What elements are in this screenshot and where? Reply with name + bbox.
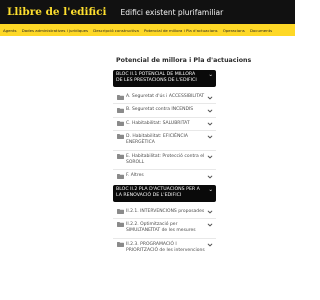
chevron-down-icon: ⌄ <box>208 72 213 78</box>
nav-item-operacions[interactable]: Operacions <box>223 28 245 33</box>
bloc-header[interactable]: BLOC II.1 POTENCIAL DE MILLORA DE LES PR… <box>113 70 216 88</box>
accordion-item[interactable]: B. Seguretat contra INCENDIS <box>113 104 216 118</box>
folder-icon <box>117 154 124 160</box>
folder-icon <box>117 107 124 113</box>
chevron-down-icon <box>207 243 213 247</box>
accordion-item[interactable]: D. Habitabilitat: EFICIÈNCIA ENERGÈTICA <box>113 131 216 151</box>
bloc-header[interactable]: BLOC II.2 PLA D'ACTUACIONS PER A LA RENO… <box>113 184 216 202</box>
chevron-down-icon <box>207 122 213 126</box>
accordion-item[interactable]: II.2.1. INTERVENCIONS proposades <box>113 206 216 219</box>
chevron-down-icon <box>207 155 213 159</box>
folder-icon <box>117 173 124 179</box>
main-content: BLOC II.1 POTENCIAL DE MILLORA DE LES PR… <box>113 70 216 257</box>
nav-item-agents[interactable]: Agents <box>3 28 17 33</box>
folder-icon <box>117 222 124 228</box>
accordion-item[interactable]: C. Habitabilitat: SALUBRITAT <box>113 118 216 131</box>
accordion-label: B. Seguretat contra INCENDIS <box>126 107 194 113</box>
accordion-item[interactable]: F. Altres <box>113 170 216 182</box>
chevron-down-icon <box>207 224 213 227</box>
chevron-down-icon <box>207 210 213 214</box>
bloc-title: BLOC II.2 PLA D'ACTUACIONS PER A LA RENO… <box>116 186 200 198</box>
accordion-label: II.2.3. PROGRAMACIÓ I PRIORITZACIÓ de le… <box>126 241 205 253</box>
accordion-list: A. Seguretat d'ús i ACCESSIBILITAT B. Se… <box>113 91 216 182</box>
page-title: Potencial de millora i Pla d'actuacions <box>116 57 252 64</box>
accordion-item[interactable]: II.2.2. Optimització per SIMULTANEÏTAT d… <box>113 219 216 239</box>
accordion-item[interactable]: A. Seguretat d'ús i ACCESSIBILITAT <box>113 91 216 105</box>
accordion-label: D. Habitabilitat: EFICIÈNCIA ENERGÈTICA <box>126 133 188 146</box>
folder-icon <box>117 242 124 247</box>
chevron-down-icon <box>207 136 213 139</box>
accordion-label: C. Habitabilitat: SALUBRITAT <box>126 120 190 126</box>
accordion-label: E. Habitabilitat: Protecció contra el SO… <box>126 153 205 165</box>
accordion-label: F. Altres <box>126 173 144 179</box>
bloc-title: BLOC II.1 POTENCIAL DE MILLORA DE LES PR… <box>116 72 197 84</box>
nav-item-documents[interactable]: Documents <box>250 28 272 33</box>
chevron-down-icon <box>207 96 213 99</box>
app-title: Llibre de l'edifici <box>7 6 107 18</box>
nav-item-descripcio-constructiva[interactable]: Descripció constructiva <box>93 28 139 33</box>
accordion-label: II.2.1. INTERVENCIONS proposades <box>126 208 205 214</box>
accordion-item[interactable]: E. Habitabilitat: Protecció contra el SO… <box>113 151 216 171</box>
accordion-label: II.2.2. Optimització per SIMULTANEÏTAT d… <box>126 221 196 234</box>
accordion-label: A. Seguretat d'ús i ACCESSIBILITAT <box>126 94 205 100</box>
folder-icon <box>117 209 124 215</box>
app-header: Llibre de l'edifici Edifici existent plu… <box>0 0 295 24</box>
chevron-down-icon <box>207 175 213 179</box>
folder-icon <box>117 94 124 100</box>
chevron-down-icon <box>207 109 213 113</box>
nav-item-dades-administratives[interactable]: Dades administratives i jurídiques <box>22 28 88 33</box>
accordion-item[interactable]: II.2.3. PROGRAMACIÓ I PRIORITZACIÓ de le… <box>113 239 216 258</box>
accordion-list: II.2.1. INTERVENCIONS proposades II.2.2.… <box>113 206 216 258</box>
main-nav: Agents Dades administratives i jurídique… <box>0 24 295 36</box>
folder-icon <box>117 121 124 127</box>
nav-item-potencial-millora[interactable]: Potencial de millora i Pla d'actuacions <box>144 28 218 33</box>
chevron-down-icon: ⌄ <box>208 186 213 193</box>
folder-icon <box>117 134 124 140</box>
app-subtitle: Edifici existent plurifamiliar <box>120 7 224 17</box>
